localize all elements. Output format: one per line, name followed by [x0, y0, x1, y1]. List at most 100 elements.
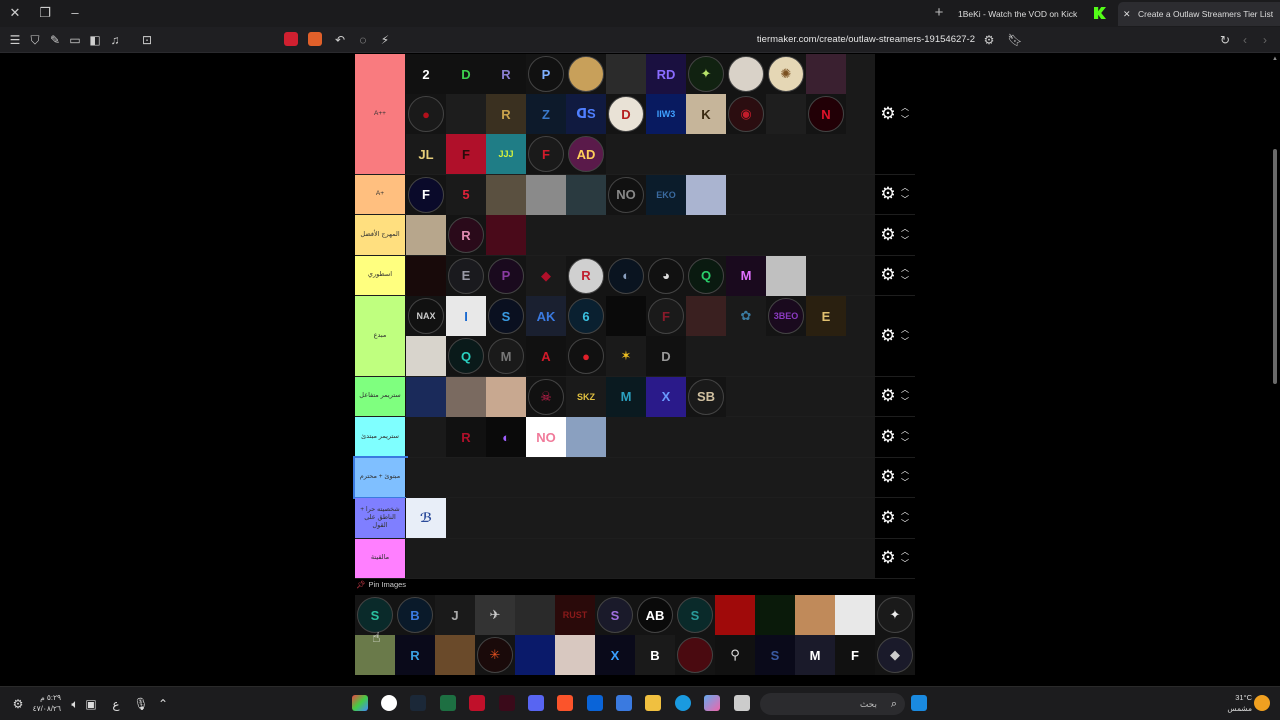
- translate-icon[interactable]: ⚡: [376, 31, 394, 49]
- tier-image[interactable]: [515, 635, 555, 675]
- gear-icon[interactable]: ⚙: [879, 468, 897, 486]
- tier-image[interactable]: R: [395, 635, 435, 675]
- gear-icon[interactable]: ⚙: [879, 225, 897, 244]
- tier-image[interactable]: [566, 417, 606, 457]
- tier-label[interactable]: شخصيته حرا + الناطق على القول: [355, 498, 406, 538]
- chevron-up-icon[interactable]: ︿: [899, 384, 911, 396]
- tier-image[interactable]: NO: [526, 417, 566, 457]
- tab-kick-vod[interactable]: 1BeKi - Watch the VOD on Kick: [950, 2, 1090, 26]
- tier-image[interactable]: [446, 94, 486, 134]
- new-tab-button[interactable]: +: [930, 4, 948, 22]
- tier-image[interactable]: NAX: [406, 296, 446, 336]
- tier-image[interactable]: R: [486, 94, 526, 134]
- tier-image[interactable]: 2: [406, 54, 446, 94]
- tier-image[interactable]: [606, 54, 646, 94]
- edge-icon[interactable]: [675, 695, 691, 711]
- tier-label[interactable]: مبتوئ + محترم: [353, 455, 408, 499]
- tier-image[interactable]: [726, 54, 766, 94]
- tier-image[interactable]: M: [486, 336, 526, 376]
- app-icon-colorful[interactable]: [352, 695, 368, 711]
- windows-start-icon[interactable]: [911, 695, 927, 711]
- tier-image[interactable]: 6: [566, 296, 606, 336]
- system-clock[interactable]: ٥:٢٩ م ٤٧/٠٨/٢٦: [27, 692, 61, 714]
- tier-label[interactable]: مبدع: [355, 296, 406, 376]
- tier-label[interactable]: A+: [355, 174, 406, 214]
- tier-image[interactable]: ◆: [875, 635, 915, 675]
- tier-image[interactable]: [435, 635, 475, 675]
- gear-icon[interactable]: ⚙: [879, 387, 897, 405]
- gear-icon[interactable]: ⚙: [879, 185, 897, 203]
- chevron-down-icon[interactable]: ﹀: [899, 558, 911, 570]
- gear-icon[interactable]: ⚙: [879, 326, 897, 345]
- tier-image[interactable]: E: [806, 296, 846, 336]
- tier-image[interactable]: ◉: [726, 94, 766, 134]
- tier-image[interactable]: D: [646, 336, 686, 376]
- chevron-up-icon[interactable]: ︿: [899, 465, 911, 477]
- network-icon[interactable]: ▣: [82, 695, 100, 713]
- tier-image[interactable]: E: [446, 255, 486, 296]
- tier-image[interactable]: [766, 94, 806, 134]
- shield-icon[interactable]: ⛉: [26, 31, 44, 49]
- gear-icon[interactable]: ⚙: [879, 427, 897, 446]
- tab-tiermaker[interactable]: ✕ Create a Outlaw Streamers Tier List: [1118, 2, 1280, 26]
- tier-image[interactable]: SKZ: [566, 376, 606, 417]
- adobe-icon[interactable]: [499, 695, 515, 711]
- chevron-down-icon[interactable]: ﹀: [899, 114, 911, 126]
- tier-image[interactable]: Q: [446, 336, 486, 376]
- tier-image[interactable]: [406, 215, 446, 255]
- tier-items[interactable]: R: [406, 215, 875, 255]
- discord-icon[interactable]: [528, 695, 544, 711]
- tier-image[interactable]: Z: [526, 94, 566, 134]
- tier-image[interactable]: ☠: [526, 376, 566, 417]
- tier-image[interactable]: F: [406, 174, 446, 215]
- tier-image[interactable]: [446, 376, 486, 417]
- tier-image[interactable]: R: [446, 417, 486, 457]
- tier-image[interactable]: M: [726, 255, 766, 296]
- tier-image[interactable]: S: [755, 635, 795, 675]
- tier-image[interactable]: M: [795, 635, 835, 675]
- tabs-icon[interactable]: ▭: [66, 31, 84, 49]
- tier-image[interactable]: [675, 635, 715, 675]
- chevron-up-icon[interactable]: ︿: [899, 324, 911, 336]
- close-window-icon[interactable]: ✕: [5, 4, 25, 22]
- outlook-icon[interactable]: [587, 695, 603, 711]
- chevron-down-icon[interactable]: ﹀: [899, 235, 911, 247]
- tier-items[interactable]: NAX I S AK 6 F ✿ 3BEO E Q M A ● ✶ D: [406, 296, 875, 376]
- tier-image[interactable]: JJJ: [486, 134, 526, 174]
- forward-icon[interactable]: ›: [1256, 31, 1274, 49]
- tier-items[interactable]: R ◐ NO: [406, 417, 875, 457]
- menu-icon[interactable]: ☰: [6, 31, 24, 49]
- back-icon[interactable]: ‹: [1236, 31, 1254, 49]
- tier-image[interactable]: X: [646, 376, 686, 417]
- tier-image[interactable]: N: [806, 94, 846, 134]
- chevron-down-icon[interactable]: ﹀: [899, 437, 911, 449]
- tier-image[interactable]: [606, 296, 646, 336]
- tier-image[interactable]: [486, 215, 526, 255]
- tier-image[interactable]: ⚲: [715, 635, 755, 675]
- tier-image[interactable]: ✿: [726, 296, 766, 336]
- tier-image[interactable]: [486, 174, 526, 215]
- tier-image[interactable]: F: [526, 134, 566, 174]
- tier-image[interactable]: ✺: [766, 54, 806, 94]
- page-scrollbar[interactable]: ▲: [1272, 54, 1278, 686]
- tier-image[interactable]: RUST: [555, 595, 595, 635]
- close-tab-icon[interactable]: ✕: [1123, 2, 1131, 26]
- tier-image[interactable]: B: [395, 595, 435, 635]
- tier-image[interactable]: ●: [406, 94, 446, 134]
- tier-image[interactable]: ᗡS: [566, 94, 606, 134]
- tier-items[interactable]: 2 D R P RD ✦ ✺ ● R Z ᗡS D IIW3 K ◉ N JL F JJJ F AD: [406, 54, 875, 174]
- task-view-icon[interactable]: [734, 695, 750, 711]
- tier-image[interactable]: RD: [646, 54, 686, 94]
- chevron-up-icon[interactable]: ︿: [899, 223, 911, 235]
- tier-image[interactable]: [755, 595, 795, 635]
- app-icon-red[interactable]: [469, 695, 485, 711]
- chevron-down-icon[interactable]: ﹀: [899, 518, 911, 530]
- chevron-up-icon[interactable]: ︿: [899, 182, 911, 194]
- tier-image[interactable]: X: [595, 635, 635, 675]
- tier-items[interactable]: ℬ: [406, 498, 875, 538]
- chevron-down-icon[interactable]: ﹀: [899, 275, 911, 287]
- tier-image[interactable]: F: [446, 134, 486, 174]
- tier-image[interactable]: A: [526, 336, 566, 376]
- tier-image[interactable]: [486, 376, 526, 417]
- tier-image[interactable]: ◐: [486, 417, 526, 457]
